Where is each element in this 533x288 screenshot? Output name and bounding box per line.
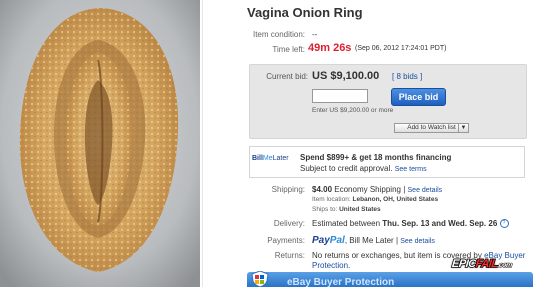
place-bid-button[interactable]: Place bid [391,88,446,106]
financing-headline: Spend $899+ & get 18 months financing [300,153,452,162]
watermark-fail: FAIL [474,257,499,271]
shield-icon [251,271,269,287]
add-to-watchlist-button[interactable]: Add to Watch list ▼ [394,123,469,133]
bml-logo-bill: Bill [252,155,263,162]
returns-period: . [348,261,351,270]
shipping-label: Shipping: [271,185,305,194]
end-date: (Sep 06, 2012 17:24:01 PDT) [355,45,447,52]
bml-logo-later: Later [272,155,289,162]
ships-to-value: United States [339,206,381,213]
bid-amount-input[interactable] [312,89,368,103]
condition-label: Item condition: [252,30,305,39]
see-terms-link[interactable]: See terms [395,166,427,173]
credit-approval-text: Subject to credit approval. [300,164,393,173]
paypal-logo-pay: Pay [312,235,330,246]
listing-title: Vagina Onion Ring [247,5,363,20]
chevron-down-icon[interactable]: ▼ [458,124,468,132]
current-bid-label: Current bid: [266,72,308,81]
shipping-details-link[interactable]: See details [408,187,443,194]
financing-subtext: Subject to credit approval. See terms [300,164,427,173]
paypal-logo-pal: Pal [329,235,345,246]
condition-value: -- [312,30,318,39]
bid-count-link[interactable]: [ 8 bids ] [392,72,422,81]
delivery-prefix: Estimated between [312,219,381,228]
delivery-range: Thu. Sep. 13 and Wed. Sep. 26 [382,219,498,228]
paypal-logo: PayPal [312,235,345,246]
item-location-value: Lebanon, OH, United States [352,196,439,203]
min-bid-hint: Enter US $9,200.00 or more [312,107,394,114]
delivery-value: Estimated between Thu. Sep. 13 and Wed. … [312,219,509,229]
financing-panel [249,146,525,178]
time-left-label: Time left: [272,45,305,54]
returns-label: Returns: [274,251,305,260]
bill-me-later-text: , Bill Me Later [344,236,394,245]
product-photo-frame [0,0,200,287]
buyer-protection-label: eBay Buyer Protection [287,277,395,288]
watermark-epic: EPIC [451,257,477,271]
epicfail-watermark: EPICFAIL.com [451,257,513,271]
delivery-label: Delivery: [273,219,305,228]
product-photo[interactable] [0,0,200,287]
payments-details-link[interactable]: See details [400,238,435,245]
bill-me-later-logo: BillMeLater [252,155,289,162]
shipping-value: $4.00 Economy Shipping | See details [312,185,443,194]
payments-value: PayPal, Bill Me Later | See details [312,235,435,246]
current-bid-value: US $9,100.00 [312,70,380,82]
ships-to-label: Ships to: [312,206,338,213]
shipping-method: Economy Shipping [334,185,401,194]
time-left-value: 49m 26s [308,42,352,54]
item-location-label: Item location: [312,196,351,203]
ships-to: Ships to: United States [312,206,381,213]
payments-label: Payments: [267,236,305,245]
bml-logo-me: Me [262,155,273,162]
info-icon[interactable]: ? [499,219,509,229]
shipping-price: $4.00 [312,185,333,194]
watermark-com: .com [497,262,513,270]
item-location: Item location: Lebanon, OH, United State… [312,196,438,203]
watchlist-label: Add to Watch list [407,124,456,131]
column-divider [202,0,203,287]
